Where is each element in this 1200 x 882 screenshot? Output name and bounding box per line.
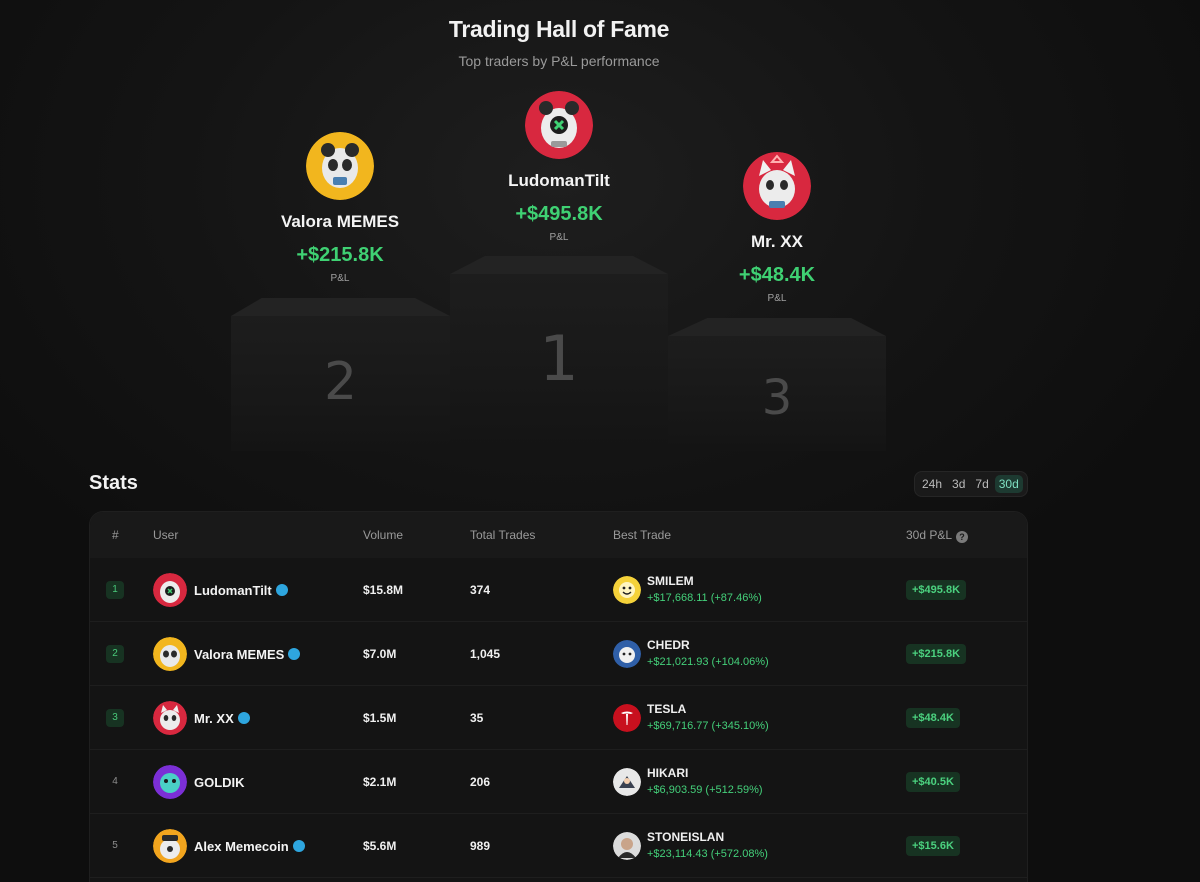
- col-best-trade: Best Trade: [613, 528, 672, 542]
- col-total-trades: Total Trades: [470, 528, 536, 542]
- trader-name: Valora MEMES: [280, 212, 400, 231]
- tesla-token-icon: [613, 704, 641, 732]
- best-trade-token: CHEDR: [647, 638, 690, 652]
- token-icon: [613, 576, 641, 604]
- pnl-label: P&L: [330, 273, 350, 284]
- best-trade-token: TESLA: [647, 702, 687, 716]
- avatar: [306, 132, 374, 200]
- volume-value: $5.6M: [363, 839, 397, 853]
- podium-block-second: 2: [231, 298, 450, 451]
- best-trade-value: +$21,021.93 (+104.06%): [647, 656, 769, 668]
- user-name-text: LudomanTilt: [194, 583, 272, 598]
- trader-pnl: +$48.4K: [738, 264, 816, 286]
- table-row[interactable]: 1 LudomanTilt $15.8M 374 SMILEM +$17,668…: [90, 558, 1027, 622]
- trades-value: 1,045: [470, 647, 501, 661]
- page-title: Trading Hall of Fame: [448, 16, 670, 42]
- avatar: [153, 765, 187, 799]
- page-subtitle: Top traders by P&L performance: [458, 53, 660, 69]
- volume-value: $2.1M: [363, 775, 397, 789]
- podium-place-number: 2: [323, 352, 358, 412]
- user-name-text: Mr. XX: [194, 711, 234, 726]
- pnl-badge: +$40.5K: [906, 772, 960, 792]
- pnl-label: P&L: [549, 232, 569, 243]
- rank-badge: 1: [106, 581, 124, 599]
- pnl-badge: +$48.4K: [906, 708, 960, 728]
- trader-pnl: +$495.8K: [515, 203, 603, 225]
- podium-block-third: 3: [668, 318, 886, 451]
- user-name-text: Alex Memecoin: [194, 839, 289, 854]
- range-tab-24h[interactable]: 24h: [918, 475, 946, 493]
- volume-value: $1.5M: [363, 711, 397, 725]
- token-icon: [613, 832, 641, 860]
- avatar: [153, 637, 187, 671]
- table-row[interactable]: 3 Mr. XX $1.5M 35 TESLA +$69,716.77 (+34…: [90, 686, 1027, 750]
- user-name[interactable]: GOLDIK: [194, 775, 245, 790]
- pnl-label: P&L: [767, 293, 787, 304]
- user-name[interactable]: Mr. XX: [194, 711, 250, 726]
- user-name-text: Valora MEMES: [194, 647, 285, 662]
- range-tab-3d[interactable]: 3d: [948, 475, 969, 493]
- pnl-badge: +$15.6K: [906, 836, 960, 856]
- range-tab-7d[interactable]: 7d: [971, 475, 992, 493]
- col-rank: #: [112, 528, 119, 542]
- avatar: [153, 829, 187, 863]
- best-trade-value: +$17,668.11 (+87.46%): [647, 592, 762, 604]
- pnl-badge: +$495.8K: [906, 580, 967, 600]
- col-pnl-label: 30d P&L: [906, 528, 953, 542]
- trader-pnl: +$215.8K: [296, 244, 384, 266]
- table-row[interactable]: 4 GOLDIK $2.1M 206 HIKARI +$6,903.59 (+5…: [90, 750, 1027, 814]
- range-tab-30d[interactable]: 30d: [994, 475, 1023, 493]
- rank-badge: 3: [106, 709, 124, 727]
- token-icon: [613, 768, 641, 796]
- col-user: User: [153, 528, 179, 542]
- rank-number: 5: [112, 840, 118, 851]
- avatar: [525, 91, 593, 159]
- best-trade-value: +$6,903.59 (+512.59%): [647, 784, 763, 796]
- telegram-verified-icon: [288, 648, 301, 660]
- help-icon[interactable]: ?: [956, 531, 969, 543]
- user-name-text: GOLDIK: [194, 775, 245, 790]
- table-header: # User Volume Total Trades Best Trade 30…: [90, 512, 1027, 558]
- podium-block-first: 1: [450, 256, 668, 451]
- table-row[interactable]: 5 Alex Memecoin $5.6M 989 STONEISLAN +$2…: [90, 814, 1027, 878]
- stats-table: # User Volume Total Trades Best Trade 30…: [89, 511, 1028, 882]
- col-volume: Volume: [363, 528, 404, 542]
- trader-name: LudomanTilt: [508, 171, 610, 190]
- telegram-verified-icon: [237, 712, 250, 724]
- rank-badge: 2: [106, 645, 124, 663]
- user-name[interactable]: LudomanTilt: [194, 583, 288, 598]
- podium-trader-third[interactable]: Mr. XX +$48.4K P&L: [677, 152, 877, 304]
- rank-number: 4: [112, 776, 118, 787]
- telegram-verified-icon: [292, 840, 305, 852]
- volume-value: $7.0M: [363, 647, 397, 661]
- trades-value: 989: [470, 839, 491, 853]
- best-trade-value: +$69,716.77 (+345.10%): [647, 720, 769, 732]
- stats-title: Stats: [89, 472, 138, 494]
- avatar: [743, 152, 811, 220]
- podium-place-number: 1: [539, 322, 579, 395]
- avatar: [153, 573, 187, 607]
- pnl-badge: +$215.8K: [906, 644, 967, 664]
- trader-name: Mr. XX: [751, 232, 803, 251]
- best-trade-token: STONEISLAN: [647, 830, 725, 844]
- table-row[interactable]: 2 Valora MEMES $7.0M 1,045 CHEDR +$21,02…: [90, 622, 1027, 686]
- user-name[interactable]: Alex Memecoin: [194, 839, 305, 854]
- trades-value: 206: [470, 775, 491, 789]
- telegram-verified-icon: [275, 584, 288, 596]
- trades-value: 374: [470, 583, 491, 597]
- podium-trader-second[interactable]: Valora MEMES +$215.8K P&L: [240, 132, 440, 284]
- podium-place-number: 3: [761, 370, 793, 426]
- podium-trader-first[interactable]: LudomanTilt +$495.8K P&L: [459, 91, 659, 243]
- time-range-selector: 24h 3d 7d 30d: [914, 471, 1028, 497]
- col-pnl: 30d P&L?: [906, 528, 969, 543]
- best-trade-token: SMILEM: [647, 574, 694, 588]
- user-name[interactable]: Valora MEMES: [194, 647, 301, 662]
- avatar: [153, 701, 187, 735]
- volume-value: $15.8M: [363, 583, 404, 597]
- best-trade-token: HIKARI: [647, 766, 689, 780]
- best-trade-value: +$23,114.43 (+572.08%): [647, 848, 768, 860]
- token-icon: [613, 640, 641, 668]
- trades-value: 35: [470, 711, 484, 725]
